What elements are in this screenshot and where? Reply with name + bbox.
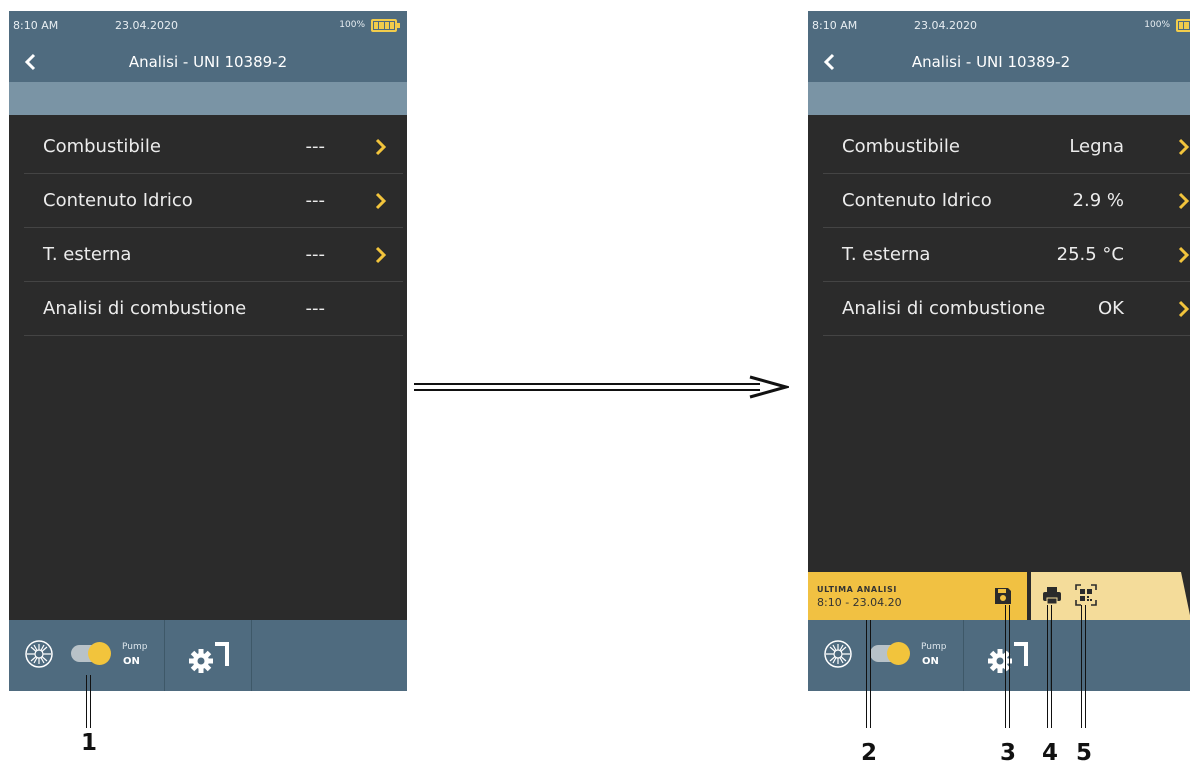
callout-number-2: 2	[861, 740, 878, 762]
chevron-right-icon	[375, 192, 387, 210]
divider	[963, 620, 964, 691]
row-value: ---	[305, 136, 326, 157]
row-label: Analisi di combustione	[43, 298, 247, 319]
row-label: T. esterna	[43, 244, 132, 265]
title-bar: Analisi - UNI 10389-2	[808, 41, 1190, 82]
save-icon[interactable]	[993, 586, 1013, 606]
list-item-t-esterna[interactable]: T. esterna ---	[24, 228, 403, 282]
callout-number-4: 4	[1042, 740, 1059, 762]
device-screen-after: 8:10 AM 23.04.2020 100% Analisi - UNI 10…	[808, 11, 1190, 691]
divider	[164, 620, 165, 691]
pump-toggle[interactable]	[71, 642, 111, 665]
battery-icon	[1176, 19, 1190, 32]
status-bar: 8:10 AM 23.04.2020 100%	[9, 11, 407, 41]
list-item-contenuto-idrico[interactable]: Contenuto Idrico ---	[24, 174, 403, 228]
callout-number-3: 3	[1000, 740, 1017, 762]
row-label: Combustibile	[43, 136, 161, 157]
sub-header-bar	[9, 82, 407, 115]
print-icon[interactable]	[1041, 584, 1063, 606]
list-item-combustibile[interactable]: Combustibile Legna	[823, 120, 1190, 174]
parameter-list: Combustibile Legna Contenuto Idrico 2.9 …	[823, 120, 1190, 336]
pump-label: Pump	[122, 642, 148, 652]
chevron-right-icon	[375, 246, 387, 264]
last-analysis-bar[interactable]: ULTIMA ANALISI 8:10 - 23.04.20	[808, 572, 1027, 620]
chevron-right-icon	[1178, 192, 1190, 210]
row-value: 2.9 %	[1072, 190, 1124, 211]
status-time: 8:10 AM	[812, 19, 858, 32]
list-item-analisi-combustione: Analisi di combustione ---	[24, 282, 403, 336]
page-title: Analisi - UNI 10389-2	[128, 53, 288, 71]
row-label: Analisi di combustione	[842, 298, 1046, 319]
pump-state: ON	[922, 656, 939, 667]
row-label: Contenuto Idrico	[842, 190, 992, 211]
device-screen-before: 8:10 AM 23.04.2020 100% Analisi - UNI 10…	[9, 11, 407, 691]
qr-code-icon[interactable]	[1075, 584, 1097, 606]
burner-icon[interactable]	[822, 638, 854, 670]
row-value: Legna	[1069, 136, 1124, 157]
bottom-bar: Pump ON	[9, 620, 407, 691]
row-value: ---	[305, 298, 326, 319]
battery-percentage: 100%	[339, 20, 365, 30]
row-label: Contenuto Idrico	[43, 190, 193, 211]
row-value: OK	[1098, 298, 1124, 319]
status-date: 23.04.2020	[115, 19, 178, 32]
chevron-right-icon	[1178, 246, 1190, 264]
callout-number-1: 1	[81, 730, 98, 756]
burner-icon[interactable]	[23, 638, 55, 670]
pump-label: Pump	[921, 642, 947, 652]
callout-number-5: 5	[1076, 740, 1093, 762]
row-label: Combustibile	[842, 136, 960, 157]
page-title: Analisi - UNI 10389-2	[911, 53, 1071, 71]
last-analysis-timestamp: 8:10 - 23.04.20	[817, 596, 902, 609]
title-bar: Analisi - UNI 10389-2	[9, 41, 407, 82]
status-date: 23.04.2020	[914, 19, 977, 32]
sub-header-bar	[808, 82, 1190, 115]
transition-arrow	[414, 375, 789, 399]
battery-percentage: 100%	[1144, 20, 1170, 30]
callout-line-5	[1081, 605, 1086, 728]
callout-line-1	[86, 675, 91, 728]
status-bar: 8:10 AM 23.04.2020 100%	[808, 11, 1190, 41]
parameter-list: Combustibile --- Contenuto Idrico --- T.…	[24, 120, 403, 336]
list-item-combustibile[interactable]: Combustibile ---	[24, 120, 403, 174]
action-bar	[1031, 572, 1190, 620]
callout-line-2	[866, 620, 871, 728]
row-value: 25.5 °C	[1056, 244, 1124, 265]
battery-icon	[371, 19, 400, 32]
divider	[251, 620, 252, 691]
list-item-t-esterna[interactable]: T. esterna 25.5 °C	[823, 228, 1190, 282]
callout-line-4	[1047, 605, 1052, 728]
list-item-contenuto-idrico[interactable]: Contenuto Idrico 2.9 %	[823, 174, 1190, 228]
settings-probe-icon[interactable]	[187, 636, 233, 674]
row-value: ---	[305, 244, 326, 265]
chevron-right-icon	[1178, 138, 1190, 156]
list-item-analisi-combustione[interactable]: Analisi di combustione OK	[823, 282, 1190, 336]
last-analysis-heading: ULTIMA ANALISI	[817, 585, 897, 594]
chevron-right-icon	[375, 138, 387, 156]
callout-line-3	[1005, 605, 1010, 728]
status-time: 8:10 AM	[13, 19, 59, 32]
chevron-right-icon	[1178, 300, 1190, 318]
row-label: T. esterna	[842, 244, 931, 265]
row-value: ---	[305, 190, 326, 211]
pump-state: ON	[123, 656, 140, 667]
pump-toggle[interactable]	[870, 642, 910, 665]
